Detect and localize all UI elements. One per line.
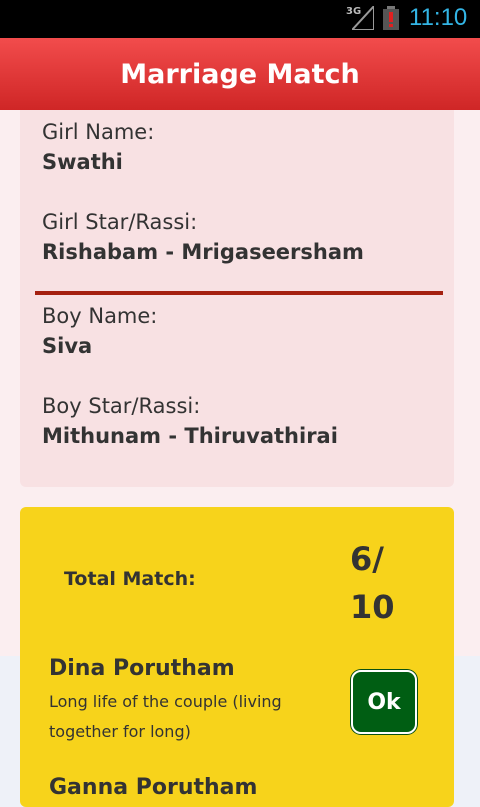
clock: 11:10: [409, 4, 468, 31]
girl-star-label: Girl Star/Rassi:: [42, 210, 198, 234]
page-title: Marriage Match: [120, 58, 360, 90]
porutham-ok-button[interactable]: Ok: [351, 670, 417, 734]
battery-low-icon: [383, 6, 399, 30]
total-match-label: Total Match:: [64, 568, 196, 590]
porutham-title: Dina Porutham: [49, 656, 235, 681]
porutham-description: Long life of the couple (living together…: [49, 692, 282, 741]
couple-info-card: Girl Name: Swathi Girl Star/Rassi: Risha…: [20, 110, 454, 487]
girl-star-value: Rishabam - Mrigaseersham: [42, 240, 364, 264]
status-bar: 3G 11:10: [0, 0, 480, 38]
boy-name-value: Siva: [42, 334, 93, 358]
girl-name-value: Swathi: [42, 150, 123, 174]
boy-star-label: Boy Star/Rassi:: [42, 394, 201, 418]
boy-name-label: Boy Name:: [42, 304, 158, 328]
signal-icon: [352, 6, 374, 30]
porutham-title: Ganna Porutham: [49, 775, 258, 800]
total-match-value: 6/ 10: [350, 540, 395, 626]
boy-star-value: Mithunam - Thiruvathirai: [42, 424, 338, 448]
match-result-card: Total Match: 6/ 10 Dina Porutham Long li…: [20, 507, 454, 807]
app-bar: Marriage Match: [0, 38, 480, 112]
divider: [35, 291, 443, 295]
girl-name-label: Girl Name:: [42, 120, 155, 144]
